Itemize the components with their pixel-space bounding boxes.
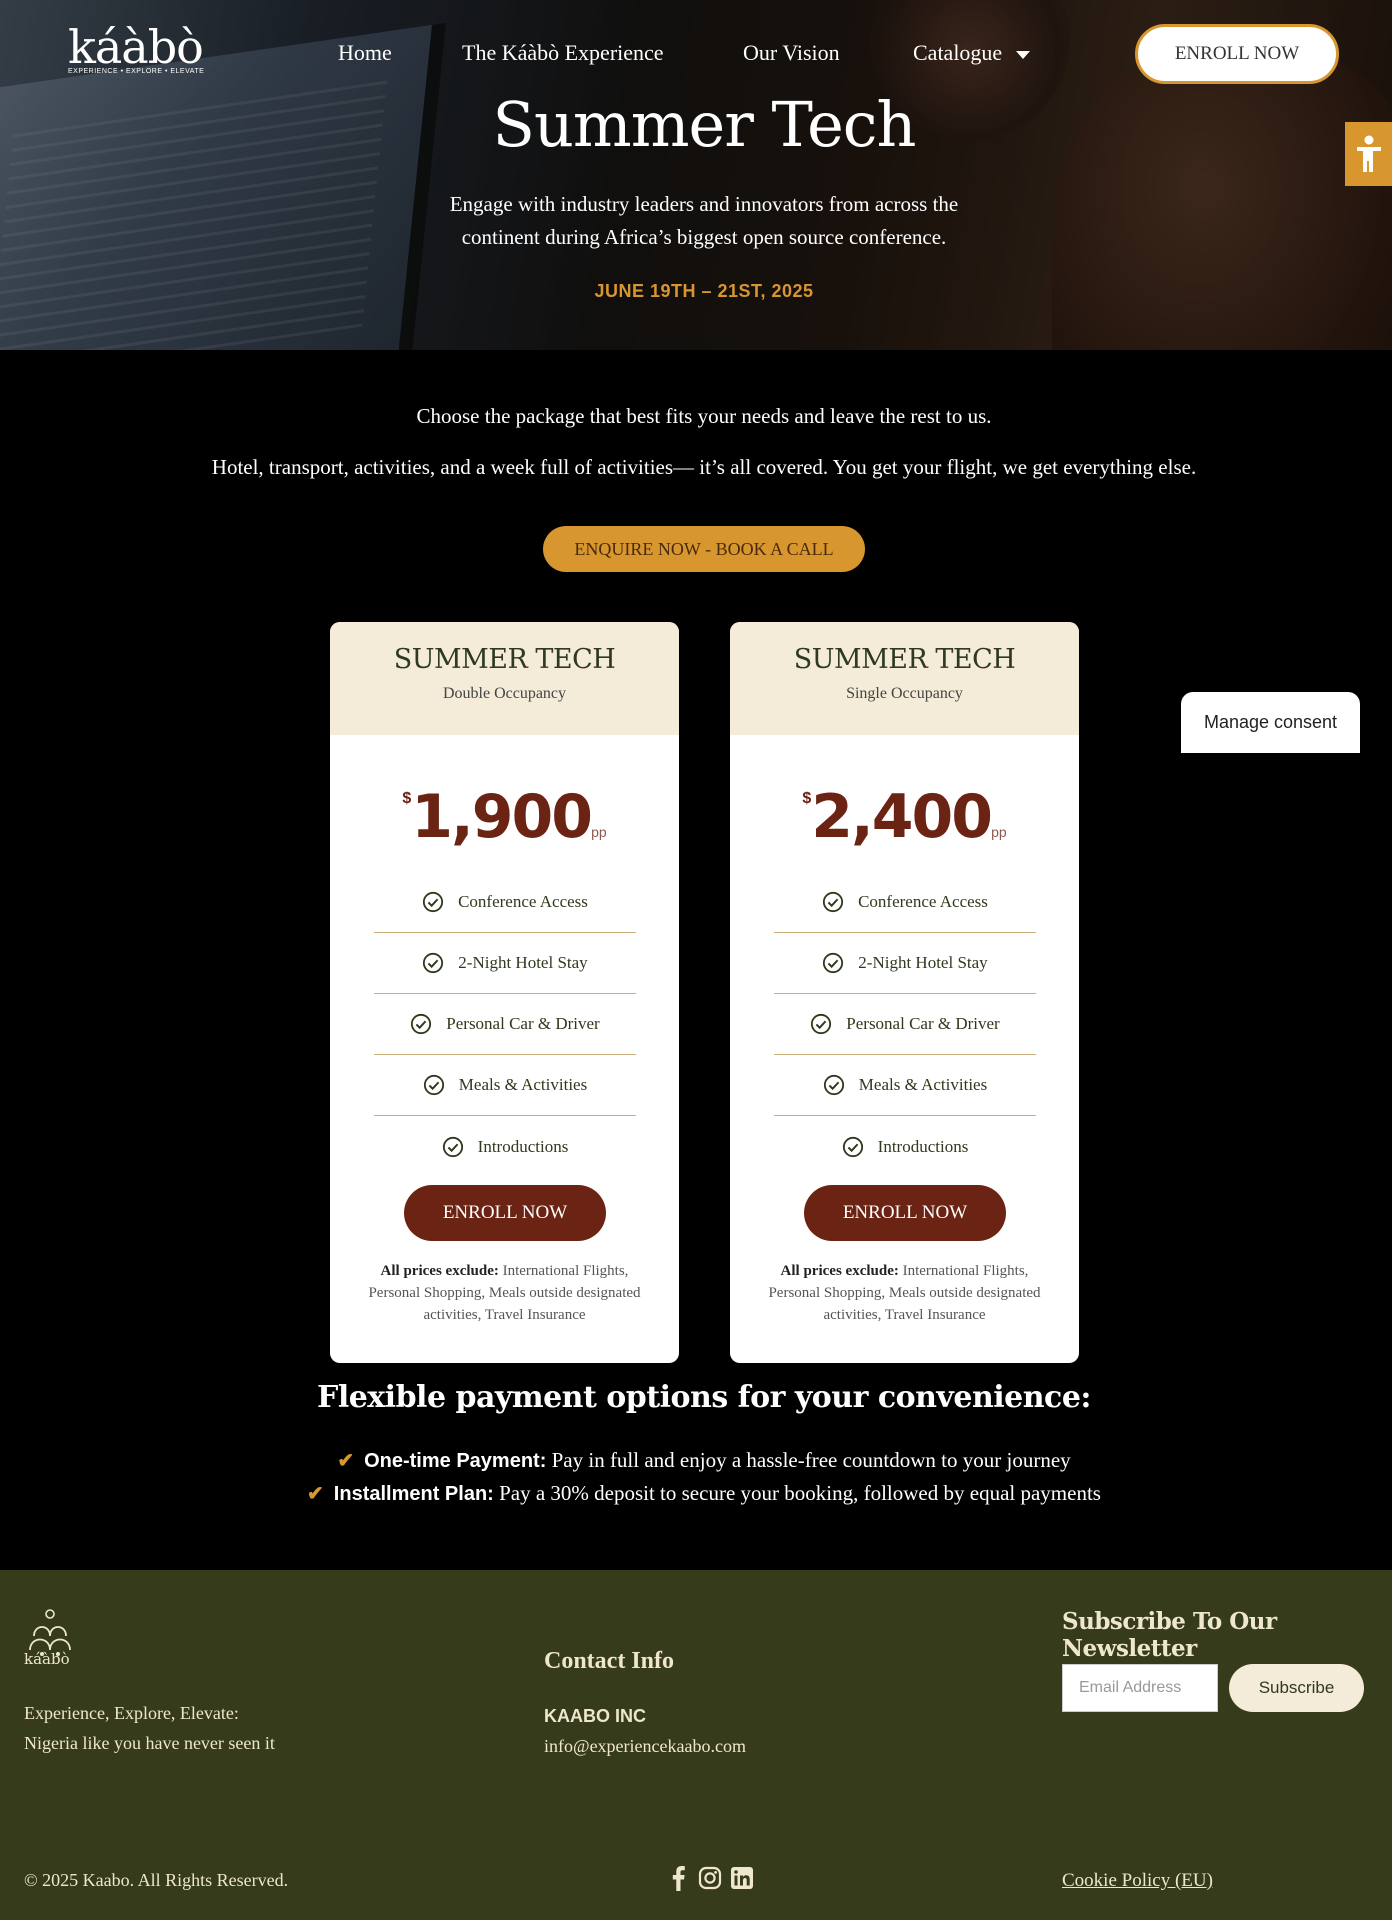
contact-email-link[interactable]: info@experiencekaabo.com bbox=[544, 1736, 746, 1757]
payment-title: Flexible payment options for your conven… bbox=[317, 1380, 1091, 1415]
nav-catalogue[interactable]: Catalogue bbox=[913, 40, 1031, 66]
cookie-policy-link[interactable]: Cookie Policy (EU) bbox=[1062, 1870, 1213, 1892]
enroll-button-single[interactable]: ENROLL NOW bbox=[804, 1185, 1006, 1241]
accessibility-button[interactable] bbox=[1345, 122, 1392, 186]
check-circle-icon bbox=[411, 1013, 432, 1035]
package-card-header: SUMMER TECH Double Occupancy bbox=[330, 622, 679, 735]
package-price: $1,900pp bbox=[402, 782, 607, 852]
instagram-icon[interactable] bbox=[698, 1865, 722, 1891]
site-logo[interactable]: káàbò EXPERIENCE • EXPLORE • ELEVATE bbox=[68, 22, 218, 84]
check-circle-icon bbox=[842, 1136, 863, 1157]
check-circle-icon bbox=[823, 891, 844, 913]
feature-item: Personal Car & Driver bbox=[374, 994, 636, 1055]
feature-item: 2-Night Hotel Stay bbox=[774, 933, 1036, 994]
package-title: SUMMER TECH bbox=[793, 644, 1016, 675]
package-card-double: SUMMER TECH Double Occupancy $1,900pp Co… bbox=[330, 622, 679, 1363]
package-subtitle: Single Occupancy bbox=[846, 685, 963, 702]
feature-list: Conference Access 2-Night Hotel Stay Per… bbox=[774, 872, 1036, 1177]
feature-list: Conference Access 2-Night Hotel Stay Per… bbox=[374, 872, 636, 1177]
check-circle-icon bbox=[423, 952, 444, 974]
event-dates: JUNE 19TH – 21ST, 2025 bbox=[594, 281, 814, 301]
check-circle-icon bbox=[823, 1074, 844, 1096]
payment-option: ✔ Installment Plan: Pay a 30% deposit to … bbox=[307, 1481, 1101, 1505]
price-exclusions: All prices exclude: International Flight… bbox=[768, 1263, 1041, 1323]
footer-logo-text: káàbò bbox=[24, 1650, 70, 1668]
nav-our-vision[interactable]: Our Vision bbox=[743, 40, 840, 66]
check-circle-icon bbox=[811, 1013, 832, 1035]
newsletter-email-input[interactable] bbox=[1062, 1664, 1218, 1712]
check-circle-icon bbox=[823, 952, 844, 974]
feature-item: Introductions bbox=[374, 1116, 636, 1177]
hero-description: Engage with industry leaders and innovat… bbox=[449, 192, 959, 249]
accessibility-icon bbox=[1356, 135, 1381, 172]
feature-item: Conference Access bbox=[774, 872, 1036, 933]
package-subtitle: Double Occupancy bbox=[442, 685, 567, 702]
feature-item: 2-Night Hotel Stay bbox=[374, 933, 636, 994]
manage-consent-button[interactable]: Manage consent bbox=[1181, 692, 1360, 753]
feature-item: Conference Access bbox=[374, 872, 636, 933]
newsletter-title: Subscribe To Our Newsletter bbox=[1062, 1608, 1277, 1662]
package-price: $2,400pp bbox=[802, 782, 1007, 852]
nav-home[interactable]: Home bbox=[338, 40, 392, 66]
header-enroll-button[interactable]: ENROLL NOW bbox=[1135, 24, 1339, 84]
check-circle-icon bbox=[423, 1074, 444, 1096]
feature-item: Meals & Activities bbox=[374, 1055, 636, 1116]
feature-item: Personal Car & Driver bbox=[774, 994, 1036, 1055]
package-card-single: SUMMER TECH Single Occupancy $2,400pp Co… bbox=[730, 622, 1079, 1363]
enroll-button-double[interactable]: ENROLL NOW bbox=[404, 1185, 606, 1241]
checkmark-icon: ✔ bbox=[307, 1483, 324, 1505]
feature-item: Introductions bbox=[774, 1116, 1036, 1177]
intro-text: Choose the package that best fits your n… bbox=[416, 404, 992, 428]
package-card-header: SUMMER TECH Single Occupancy bbox=[730, 622, 1079, 735]
enquire-button[interactable]: ENQUIRE NOW - BOOK A CALL bbox=[543, 526, 865, 572]
chevron-down-icon bbox=[1016, 50, 1031, 59]
site-footer: káàbò Experience, Explore, Elevate: Nige… bbox=[0, 1570, 1392, 1920]
payment-option: ✔ One-time Payment: Pay in full and enjoy… bbox=[337, 1448, 1071, 1472]
nav-experience[interactable]: The Káàbò Experience bbox=[462, 40, 664, 66]
social-links bbox=[666, 1865, 754, 1891]
subscribe-button[interactable]: Subscribe bbox=[1229, 1664, 1364, 1712]
linkedin-icon[interactable] bbox=[730, 1865, 754, 1891]
hero-banner: káàbò EXPERIENCE • EXPLORE • ELEVATE Hom… bbox=[0, 0, 1392, 350]
price-exclusions: All prices exclude: International Flight… bbox=[368, 1263, 641, 1323]
company-name: KAABO INC bbox=[544, 1706, 646, 1726]
contact-title: Contact Info bbox=[544, 1648, 674, 1674]
hero-title: Summer Tech bbox=[492, 88, 917, 161]
copyright: © 2025 Kaabo. All Rights Reserved. bbox=[24, 1870, 289, 1890]
check-circle-icon bbox=[442, 1136, 463, 1157]
checkmark-icon: ✔ bbox=[337, 1450, 355, 1472]
footer-tagline: Experience, Explore, Elevate: Nigeria li… bbox=[24, 1703, 275, 1753]
facebook-icon[interactable] bbox=[666, 1865, 690, 1891]
intro-text-secondary: Hotel, transport, activities, and a week… bbox=[211, 455, 1197, 479]
package-title: SUMMER TECH bbox=[393, 644, 616, 675]
feature-item: Meals & Activities bbox=[774, 1055, 1036, 1116]
check-circle-icon bbox=[423, 891, 444, 913]
